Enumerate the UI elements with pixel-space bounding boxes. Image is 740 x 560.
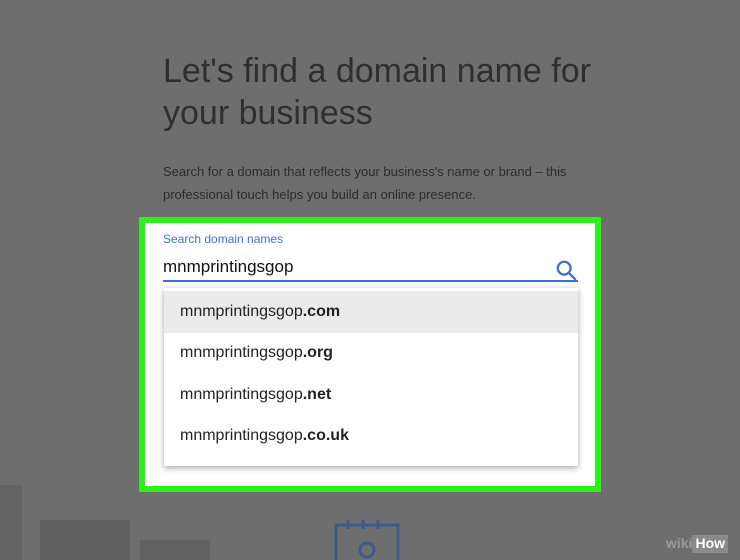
page-description: Search for a domain that reflects your b… bbox=[163, 164, 567, 202]
suggestion-base: mnmprintingsgop bbox=[180, 385, 303, 403]
suggestion-tld: .org bbox=[302, 344, 333, 362]
suggestion-org[interactable]: mnmprintingsgop .org bbox=[164, 333, 578, 375]
domain-search-input[interactable] bbox=[163, 254, 578, 282]
watermark-how: How bbox=[692, 535, 729, 553]
building-illustration bbox=[0, 485, 22, 560]
suggestion-net[interactable]: mnmprintingsgop .net bbox=[164, 374, 578, 416]
watermark-wiki: wiki bbox=[666, 535, 693, 551]
calendar-at-icon bbox=[334, 520, 400, 560]
building-illustration bbox=[40, 520, 130, 560]
suggestion-co-uk[interactable]: mnmprintingsgop .co.uk bbox=[164, 416, 578, 458]
suggestion-tld: .co.uk bbox=[302, 427, 349, 445]
building-illustration bbox=[140, 540, 210, 560]
search-icon[interactable] bbox=[555, 259, 577, 281]
domain-suggestions-list: mnmprintingsgop .com mnmprintingsgop .org … bbox=[164, 288, 578, 466]
suggestion-base: mnmprintingsgop bbox=[180, 344, 303, 362]
page-heading: Let's find a domain name for your busine… bbox=[163, 52, 591, 132]
suggestion-tld: .net bbox=[302, 385, 332, 403]
suggestion-tld: .com bbox=[302, 302, 341, 320]
suggestion-com[interactable]: mnmprintingsgop .com bbox=[164, 291, 578, 333]
wikihow-watermark: wiki How bbox=[666, 535, 729, 553]
suggestion-base: mnmprintingsgop bbox=[180, 427, 303, 445]
search-label: Search domain names bbox=[163, 232, 284, 246]
suggestion-base: mnmprintingsgop bbox=[180, 302, 303, 320]
